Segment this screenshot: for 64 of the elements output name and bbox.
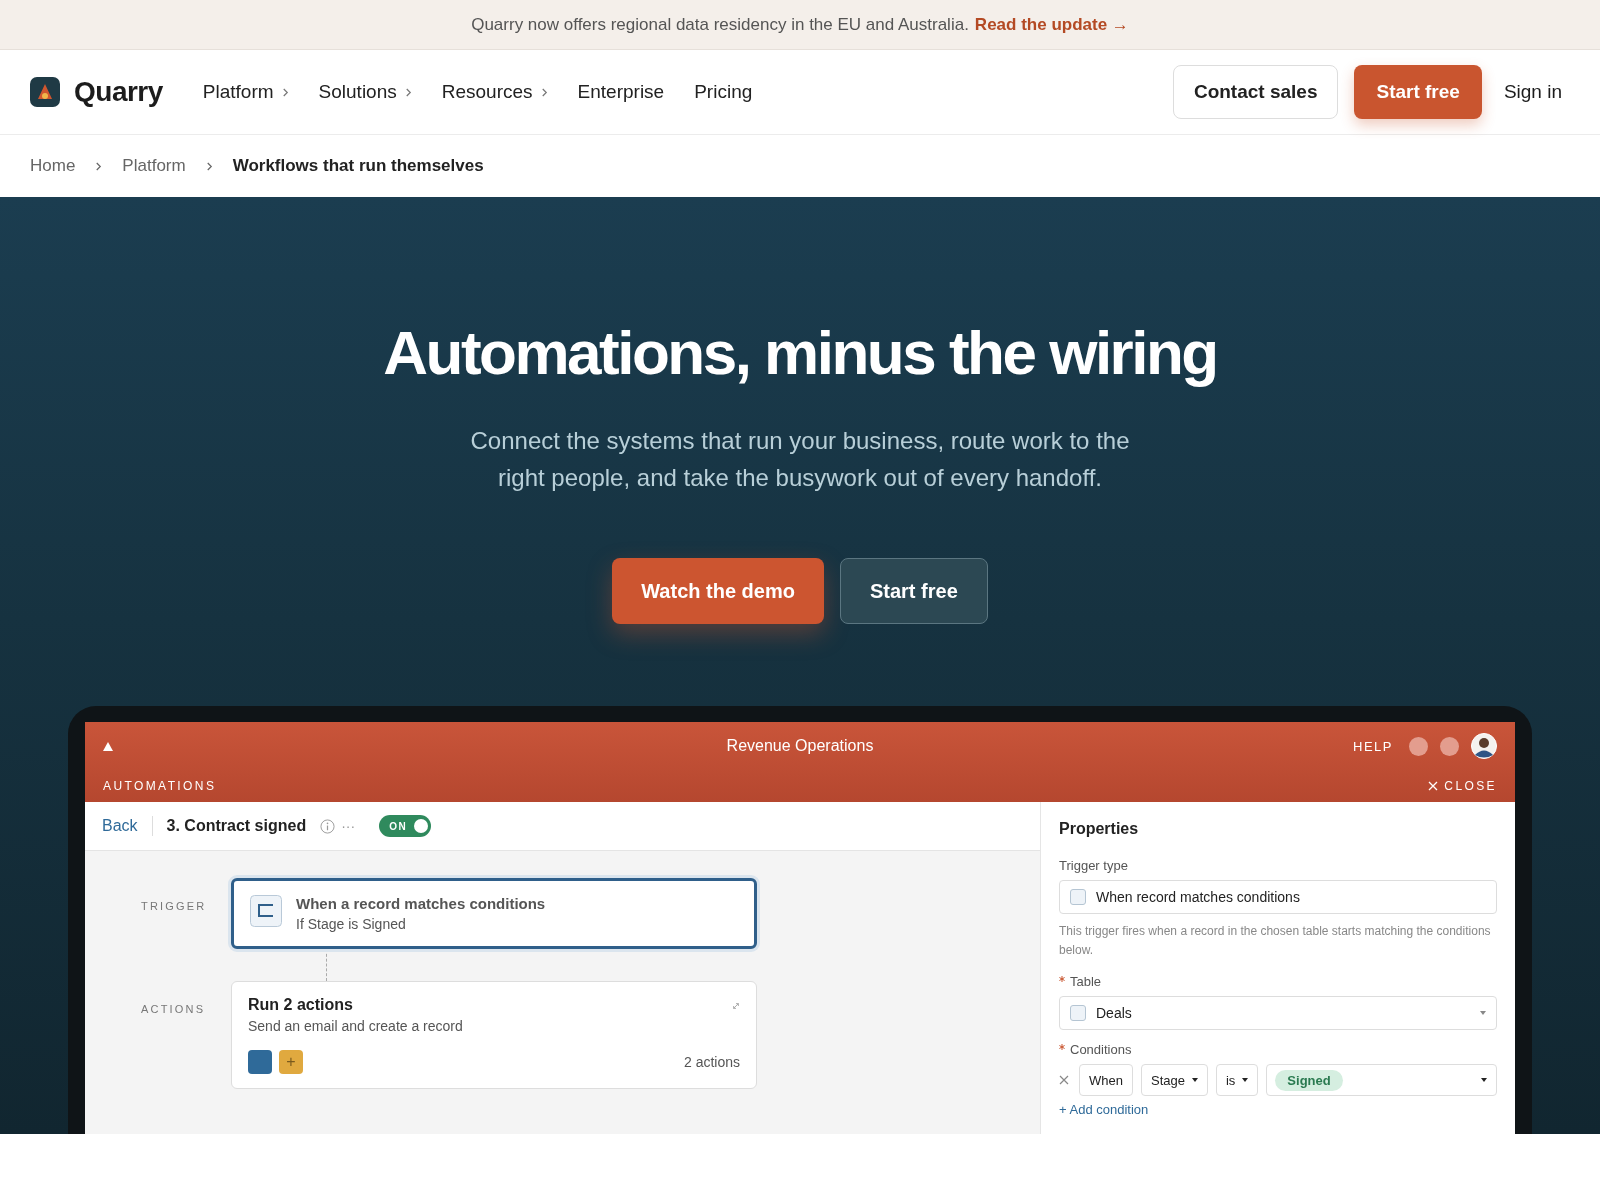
nav-link[interactable]: Platform [202, 81, 289, 103]
help-text: This trigger fires when a record in the chosen table starts matching the conditions below. [1059, 923, 1492, 959]
step-label: ACTIONS [141, 1002, 207, 1015]
trigger-title: When a record matches conditions [296, 895, 546, 912]
avatar-icon[interactable] [1471, 733, 1497, 759]
action-tile[interactable] [248, 1050, 272, 1074]
table-select[interactable]: Deals [1059, 996, 1497, 1030]
chevron-icon [205, 160, 213, 172]
panel-title: Properties [1059, 820, 1140, 838]
operator-select[interactable]: is [1215, 1064, 1259, 1096]
actions-card[interactable]: Run 2 actions Send an email and create a record + 2 actions [231, 981, 757, 1089]
nav-link[interactable]: Resources [441, 81, 548, 103]
close-icon [1428, 781, 1439, 791]
announcement-text: Quarry now offers regional data residency in the EU and Australia. [471, 14, 969, 35]
start-free-button[interactable]: Start free [1354, 65, 1482, 119]
caret-icon [1480, 1011, 1486, 1015]
dot-icon[interactable] [1440, 736, 1459, 756]
actions-count: 2 actions [683, 1054, 740, 1070]
field-select[interactable]: Stage [1140, 1064, 1208, 1096]
actions-description: Send an email and create a record [248, 1018, 464, 1034]
sign-in-link[interactable]: Sign in [1497, 81, 1570, 103]
watch-demo-button[interactable]: Watch the demo [612, 558, 824, 624]
actions-title: Run 2 actions [248, 996, 353, 1014]
step-label: TRIGGER [141, 899, 208, 912]
back-link[interactable]: Back [102, 817, 138, 835]
chevron-icon [95, 160, 103, 172]
start-free-button[interactable]: Start free [839, 558, 988, 624]
value-select[interactable]: Signed [1266, 1064, 1497, 1096]
caret-icon [1481, 1078, 1487, 1082]
trigger-icon [250, 895, 282, 927]
nav-link[interactable]: Pricing [694, 81, 753, 103]
close-button[interactable]: CLOSE [1428, 779, 1497, 793]
triangle-icon[interactable] [103, 741, 113, 751]
field-label: Table [1070, 974, 1102, 989]
field-label: Conditions [1070, 1042, 1132, 1057]
remove-icon[interactable] [1059, 1075, 1069, 1085]
breadcrumb-link[interactable]: Workflows that run themselves [232, 156, 484, 176]
brand-name: Quarry [74, 76, 163, 108]
breadcrumb-link[interactable]: Home [30, 156, 76, 176]
nav-link[interactable]: Enterprise [577, 81, 665, 103]
info-icon[interactable] [320, 818, 336, 834]
hero-subtitle: Connect the systems that run your business, route work to the right people, and take the busywork out of every handoff. [470, 426, 1130, 493]
help-link[interactable]: HELP [1353, 738, 1393, 754]
section-label: AUTOMATIONS [103, 779, 217, 793]
nav-link[interactable]: Solutions [318, 81, 412, 103]
dot-icon[interactable] [1409, 736, 1428, 756]
trigger-type-select[interactable]: When record matches conditions [1059, 880, 1497, 914]
trigger-card[interactable]: When a record matches conditions If Stage is Signed [231, 878, 757, 949]
contact-sales-button[interactable]: Contact sales [1172, 65, 1339, 119]
trigger-condition: If Stage is Signed [296, 916, 407, 932]
caret-icon [1191, 1078, 1198, 1082]
when-label: When [1079, 1064, 1133, 1096]
breadcrumb-link[interactable]: Platform [122, 156, 186, 176]
read-update-link[interactable]: Read the update → [974, 14, 1129, 35]
hero-title: Automations, minus the wiring [383, 317, 1217, 388]
expand-icon[interactable] [732, 1002, 740, 1010]
status-pill: Signed [1275, 1069, 1343, 1091]
caret-icon [1242, 1078, 1249, 1082]
field-label: Trigger type [1059, 858, 1129, 873]
on-toggle[interactable]: ON [379, 815, 432, 837]
automation-name: 3. Contract signed [166, 817, 307, 835]
add-condition-link[interactable]: + Add condition [1059, 1102, 1497, 1117]
app-title: Revenue Operations [726, 737, 874, 755]
logo-icon [30, 77, 60, 107]
